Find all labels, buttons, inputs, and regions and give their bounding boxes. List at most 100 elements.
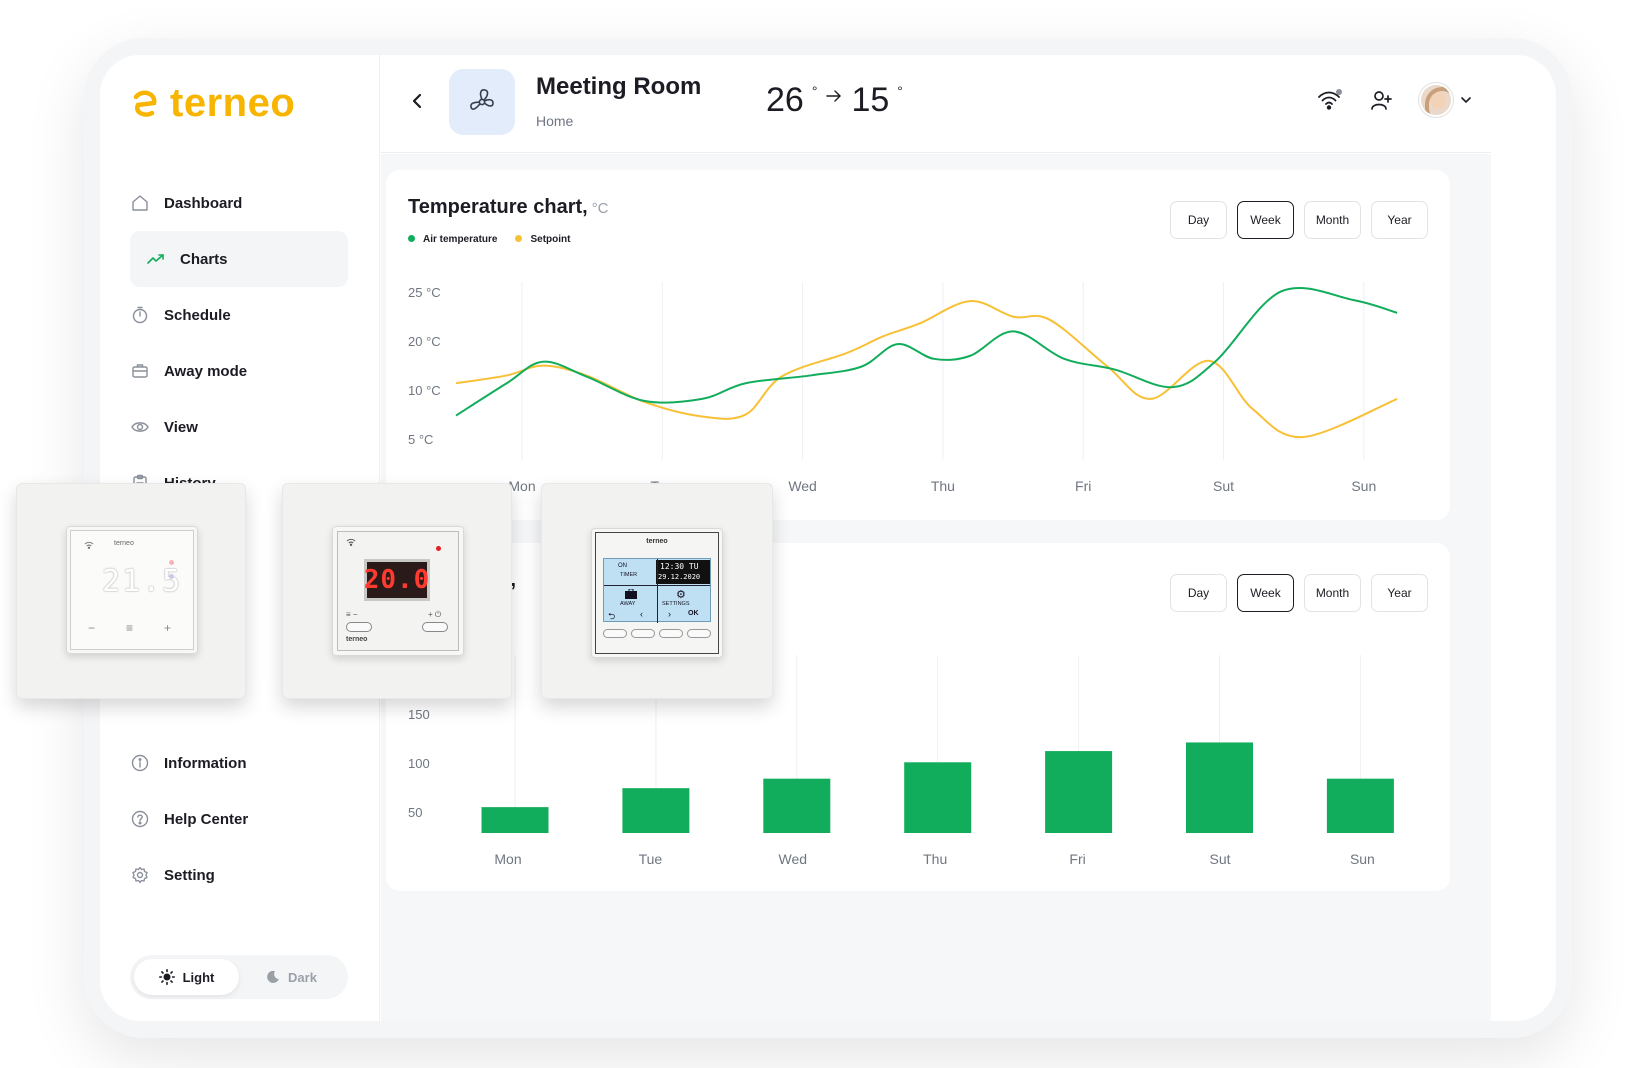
- wifi-icon: [346, 538, 356, 546]
- brand-logo[interactable]: terneo: [130, 81, 295, 126]
- y-tick-label: 100: [408, 756, 430, 771]
- lcd-ok: OK: [688, 610, 699, 617]
- wifi-icon: [84, 541, 94, 549]
- brand-name: terneo: [170, 81, 296, 125]
- x-tick-label: Sun: [1351, 478, 1376, 494]
- x-tick-label: Sun: [1350, 851, 1375, 867]
- sidebar-item-label: View: [164, 418, 198, 436]
- y-tick-label: 20 °C: [408, 334, 441, 349]
- arrow-right-icon: [826, 90, 842, 102]
- heating-led: [436, 546, 441, 551]
- lcd-on: ON: [618, 563, 627, 569]
- back-button[interactable]: [403, 87, 431, 115]
- sidebar-item-away-mode[interactable]: Away mode: [130, 343, 348, 399]
- chevron-left-icon: [412, 93, 422, 109]
- sidebar-item-label: Schedule: [164, 306, 231, 324]
- status-led: [169, 560, 174, 565]
- menu-minus-label: ≡ −: [346, 610, 358, 619]
- sidebar-item-label: Setting: [164, 866, 215, 884]
- x-tick-label: Wed: [788, 478, 817, 494]
- sidebar-item-charts[interactable]: Charts: [130, 231, 348, 287]
- sidebar-item-view[interactable]: View: [130, 399, 348, 455]
- avatar: [1419, 83, 1453, 117]
- x-tick-label: Fri: [1069, 851, 1085, 867]
- series-line-setpoint: [455, 300, 1398, 439]
- home-icon: [130, 193, 150, 213]
- device-button[interactable]: [659, 629, 683, 638]
- sidebar-item-information[interactable]: Information: [130, 735, 348, 791]
- x-tick-label: Thu: [931, 478, 955, 494]
- sidebar-item-help-center[interactable]: Help Center: [130, 791, 348, 847]
- plus-button[interactable]: +: [164, 621, 171, 635]
- left-button[interactable]: [346, 622, 372, 632]
- status-led: [169, 574, 174, 579]
- help-icon: [130, 809, 150, 829]
- thermostat-device-1: terneo 21.5 − ≡ +: [16, 483, 246, 699]
- device-display: 21.5: [102, 564, 183, 599]
- line-chart: MonTueWedThuFriSutSun25 °C20 °C10 °C5 °C: [408, 282, 1398, 494]
- user-menu[interactable]: [1419, 83, 1471, 117]
- device-button[interactable]: [631, 629, 655, 638]
- bar-fri: [1045, 751, 1113, 833]
- target-temperature: 15: [851, 81, 890, 119]
- device-brand: terneo: [114, 540, 134, 547]
- bar-sut: [1186, 742, 1253, 833]
- lcd-screen: ON TIMER 12:30 TU 29.12.2020 AWAY ⚙ SETT…: [603, 558, 711, 623]
- wifi-icon[interactable]: [1317, 88, 1343, 112]
- right-button[interactable]: [422, 622, 448, 632]
- add-user-icon[interactable]: [1369, 88, 1393, 112]
- lcd-timer: TIMER: [620, 572, 638, 578]
- menu-button[interactable]: ≡: [126, 621, 133, 635]
- briefcase-icon: [130, 361, 150, 381]
- sidebar-nav: DashboardChartsScheduleAway modeViewHist…: [130, 175, 348, 511]
- dark-label: Dark: [288, 969, 317, 985]
- series-line-air-temperature: [455, 286, 1398, 417]
- room-fan-icon[interactable]: [449, 69, 515, 135]
- plus-power-label: + ⏻: [428, 610, 442, 619]
- eye-icon: [130, 417, 150, 437]
- led-reading: 20.0: [363, 565, 431, 595]
- sidebar-item-dashboard[interactable]: Dashboard: [130, 175, 348, 231]
- sidebar-nav-bottom: Information Help Center Setting: [130, 735, 348, 903]
- lcd-clock-panel: 12:30 TU 29.12.2020: [656, 560, 710, 584]
- y-tick-label: 5 °C: [408, 432, 433, 447]
- sidebar-item-label: Charts: [180, 250, 228, 268]
- degree-symbol: °: [897, 83, 903, 99]
- device-brand: terneo: [346, 636, 368, 643]
- settings-gear-icon: ⚙: [676, 589, 686, 601]
- device-button[interactable]: [687, 629, 711, 638]
- sun-icon: [158, 969, 175, 985]
- x-tick-label: Wed: [779, 851, 808, 867]
- thermostat-device-2: 20.0 ≡ − + ⏻ terneo: [282, 483, 512, 699]
- sidebar-item-setting[interactable]: Setting: [130, 847, 348, 903]
- thermostat-device-3: terneo ON TIMER 12:30 TU 29.12.2020 AWAY…: [541, 483, 773, 699]
- device-face: terneo 21.5 − ≡ +: [66, 526, 198, 654]
- fan-icon: [470, 89, 494, 110]
- chevron-down-icon: [1461, 97, 1471, 104]
- dark-theme-button[interactable]: Dark: [239, 959, 344, 995]
- sidebar-item-label: Information: [164, 754, 247, 772]
- minus-button[interactable]: −: [88, 621, 95, 635]
- y-tick-label: 25 °C: [408, 285, 441, 300]
- device-face: 20.0 ≡ − + ⏻ terneo: [332, 526, 464, 656]
- sidebar-item-schedule[interactable]: Schedule: [130, 287, 348, 343]
- degree-symbol: °: [811, 83, 818, 99]
- y-tick-label: 150: [408, 707, 430, 722]
- trend-icon: [146, 249, 166, 269]
- bar-mon: [481, 807, 549, 833]
- led-display: 20.0: [364, 559, 430, 601]
- x-tick-label: Sut: [1209, 851, 1230, 867]
- sidebar-item-label: Help Center: [164, 810, 249, 828]
- lcd-left-icon: ‹: [640, 609, 643, 619]
- device-button[interactable]: [603, 629, 627, 638]
- light-theme-button[interactable]: Light: [134, 959, 239, 995]
- temperature-readout: 26 ° 15 °: [766, 81, 903, 120]
- bar-thu: [904, 762, 972, 833]
- bar-tue: [622, 788, 690, 833]
- y-tick-label: 10 °C: [408, 383, 441, 398]
- moon-icon: [267, 970, 279, 983]
- x-tick-label: Fri: [1075, 478, 1091, 494]
- lcd-settings: SETTINGS: [662, 601, 690, 607]
- sidebar-item-label: Away mode: [164, 362, 248, 380]
- lcd-clock: 12:30 TU: [660, 562, 699, 571]
